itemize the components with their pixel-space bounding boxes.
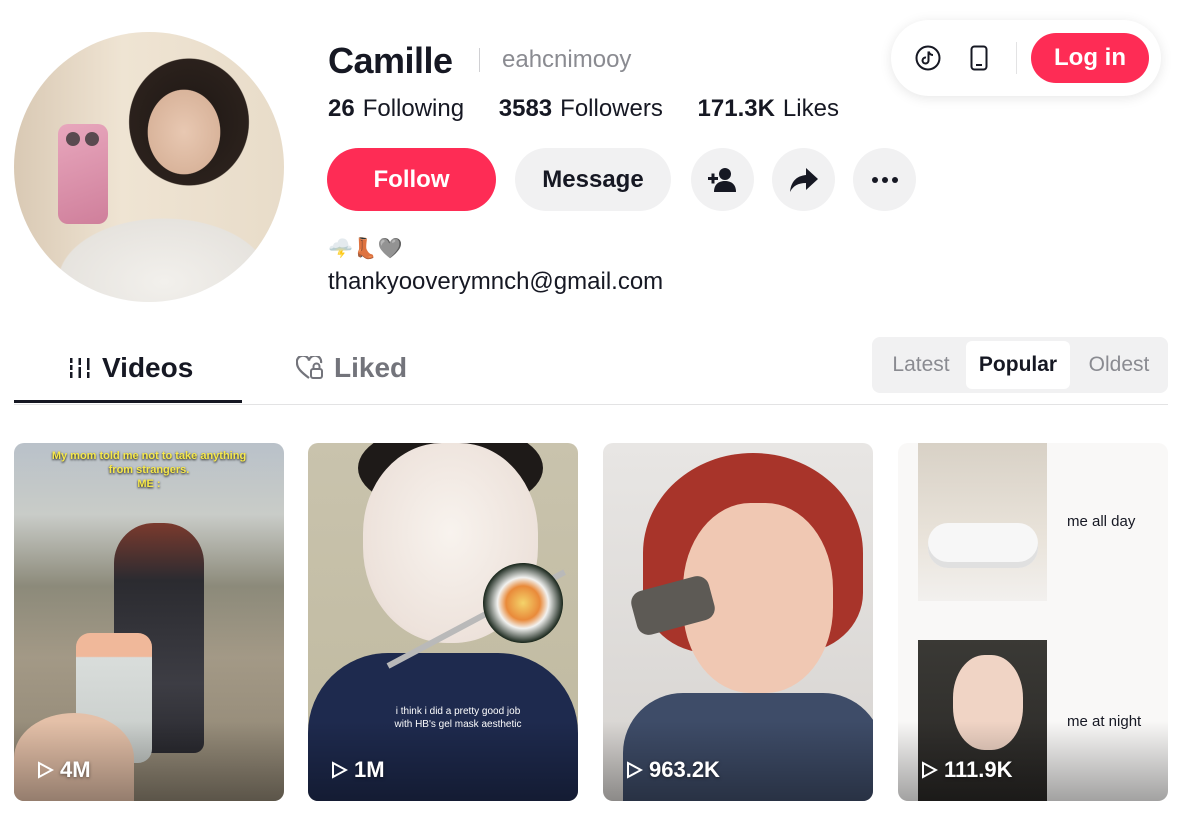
sort-popular[interactable]: Popular [966,341,1070,389]
sort-latest[interactable]: Latest [878,341,964,389]
video-view-count: 963.2K [625,757,720,783]
video-card[interactable]: 963.2K [603,443,873,801]
add-user-icon [707,167,736,192]
stat-following[interactable]: 26 Following [328,95,464,122]
sort-oldest[interactable]: Oldest [1075,341,1163,389]
video-overlay-text: me all day [1067,513,1136,530]
tiktok-logo-icon [915,45,941,71]
tiktok-app-icon[interactable] [912,42,944,74]
play-icon [332,761,348,779]
profile-stats: 26 Following 3583 Followers 171.3K Likes [328,95,867,123]
video-view-count: 1M [330,757,385,783]
stat-likes: 171.3K Likes [697,95,839,122]
play-icon [38,761,54,779]
liked-heart-lock-icon [296,356,323,379]
profile-avatar[interactable] [14,32,284,302]
tab-videos-label: Videos [102,352,194,383]
tab-liked-label: Liked [334,352,408,383]
topbar-divider [1016,42,1017,74]
more-dots-icon [871,176,898,183]
phone-icon [970,45,988,71]
profile-handle: eahcnimooy [502,46,632,73]
name-divider [479,48,480,72]
play-icon [627,761,643,779]
follow-button[interactable]: Follow [327,148,496,211]
video-card[interactable]: i think i did a pretty good job with HB'… [308,443,578,801]
play-icon [922,761,938,779]
sort-segmented-control: Latest Popular Oldest [872,337,1168,393]
login-button[interactable]: Log in [1031,33,1149,83]
avatar-phone-detail [58,124,108,224]
message-button[interactable]: Message [515,148,671,211]
share-arrow-icon [789,167,818,192]
video-view-count: 4M [36,757,91,783]
add-friend-button[interactable] [691,148,754,211]
videos-grid-icon [70,358,90,378]
video-view-count: 111.9K [920,757,1013,783]
video-card[interactable]: My mom told me not to take anything from… [14,443,284,801]
profile-name: Camille [328,40,453,81]
tabs-divider [14,404,1168,405]
bio-email: thankyooverymnch@gmail.com [328,268,664,295]
tab-liked[interactable]: Liked [296,352,407,384]
more-options-button[interactable] [853,148,916,211]
bio-emoji: 🌩️👢🩶 [328,238,403,260]
get-app-phone-icon[interactable] [963,42,995,74]
stat-followers[interactable]: 3583 Followers [499,95,663,122]
top-action-bar: Log in [891,20,1161,96]
video-card[interactable]: me all day me at night 111.9K [898,443,1168,801]
share-button[interactable] [772,148,835,211]
video-overlay-caption: My mom told me not to take anything from… [51,450,247,490]
video-thumbnail-photo-top [918,443,1047,601]
tab-videos[interactable]: Videos [68,352,193,384]
active-tab-indicator [14,400,242,403]
